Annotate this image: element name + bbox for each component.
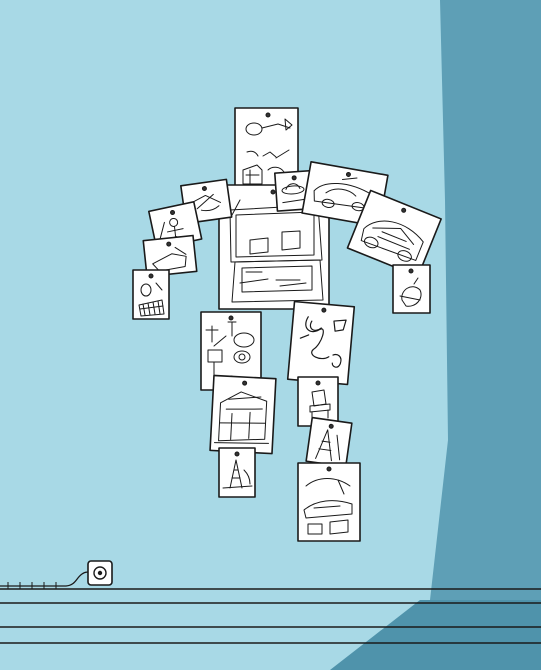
power-outlet-icon [87, 560, 113, 586]
illustration-scene [0, 0, 541, 670]
paper-thigh-right [286, 300, 356, 386]
paper-foot-right [297, 462, 361, 542]
paper-knee-left [209, 374, 277, 455]
paper-foot-left [218, 447, 256, 498]
paper-shin-right [305, 416, 353, 468]
paper-hand-left [132, 269, 170, 320]
paper-hand-right [392, 264, 431, 314]
